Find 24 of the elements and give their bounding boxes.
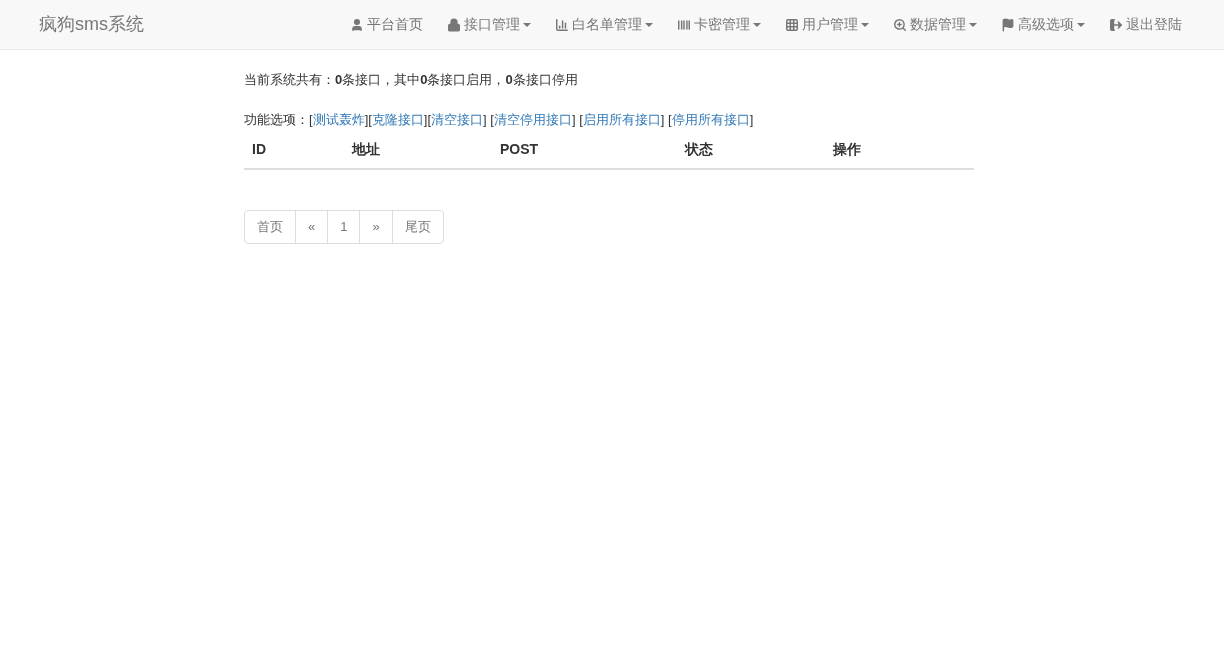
page-link[interactable]: «: [295, 211, 328, 243]
brand-link[interactable]: 疯狗sms系统: [39, 11, 144, 38]
page-link[interactable]: 尾页: [391, 211, 443, 243]
page-link[interactable]: 首页: [245, 211, 295, 243]
page-link[interactable]: »: [359, 211, 392, 243]
page-link[interactable]: 1: [327, 211, 360, 243]
summary-text: 当前系统共有：0条接口，其中0条接口启用，0条接口停用: [244, 71, 579, 89]
option-link[interactable]: 克隆接口: [371, 111, 424, 127]
column-header: ID: [252, 141, 266, 157]
nav-menu-item[interactable]: 退出登陆: [1097, 0, 1194, 50]
nav-menu-item[interactable]: 卡密管理: [665, 0, 773, 50]
option-link[interactable]: 清空接口: [431, 111, 484, 127]
nav-menu-item[interactable]: 用户管理: [773, 0, 881, 50]
nav-menu-item[interactable]: 白名单管理: [543, 0, 665, 50]
column-header: 操作: [833, 141, 861, 157]
nav-menu-item[interactable]: 平台首页: [338, 0, 435, 50]
column-header: 状态: [685, 141, 713, 157]
function-options: 功能选项：[测试轰炸][克隆接口][清空接口] [清空停用接口] [启用所有接口] [停用所有接口]: [244, 109, 974, 129]
column-header: 地址: [352, 141, 380, 157]
nav-menu-item[interactable]: 高级选项: [989, 0, 1097, 50]
nav-menu-item[interactable]: 数据管理: [881, 0, 989, 50]
option-link[interactable]: 启用所有接口: [582, 111, 661, 127]
column-header: POST: [500, 141, 539, 157]
nav-menu-item[interactable]: 接口管理: [435, 0, 543, 50]
